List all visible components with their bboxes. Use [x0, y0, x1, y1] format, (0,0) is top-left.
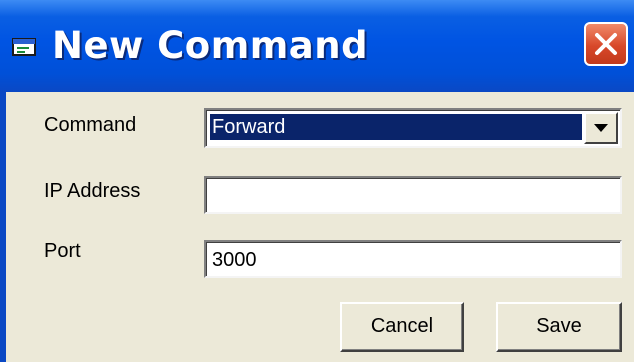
close-icon — [595, 33, 617, 55]
port-label: Port — [44, 240, 81, 262]
ip-address-label: IP Address — [44, 180, 141, 202]
command-label: Command — [44, 114, 137, 136]
window-border — [0, 92, 6, 362]
title-bar[interactable]: New Command — [0, 0, 634, 92]
command-selected-value: Forward — [209, 113, 583, 141]
save-button[interactable]: Save — [496, 302, 622, 352]
close-button[interactable] — [584, 22, 628, 66]
chevron-down-icon — [594, 124, 608, 132]
new-command-dialog: New Command Command Forward IP Address P… — [0, 0, 634, 362]
window-icon — [12, 36, 40, 58]
window-title: New Command — [52, 24, 369, 67]
command-dropdown-button[interactable] — [584, 112, 618, 144]
command-select[interactable]: Forward — [204, 108, 622, 148]
ip-address-field[interactable] — [204, 176, 622, 214]
port-value: 3000 — [212, 249, 257, 271]
cancel-button[interactable]: Cancel — [340, 302, 464, 352]
port-field[interactable]: 3000 — [204, 240, 622, 278]
